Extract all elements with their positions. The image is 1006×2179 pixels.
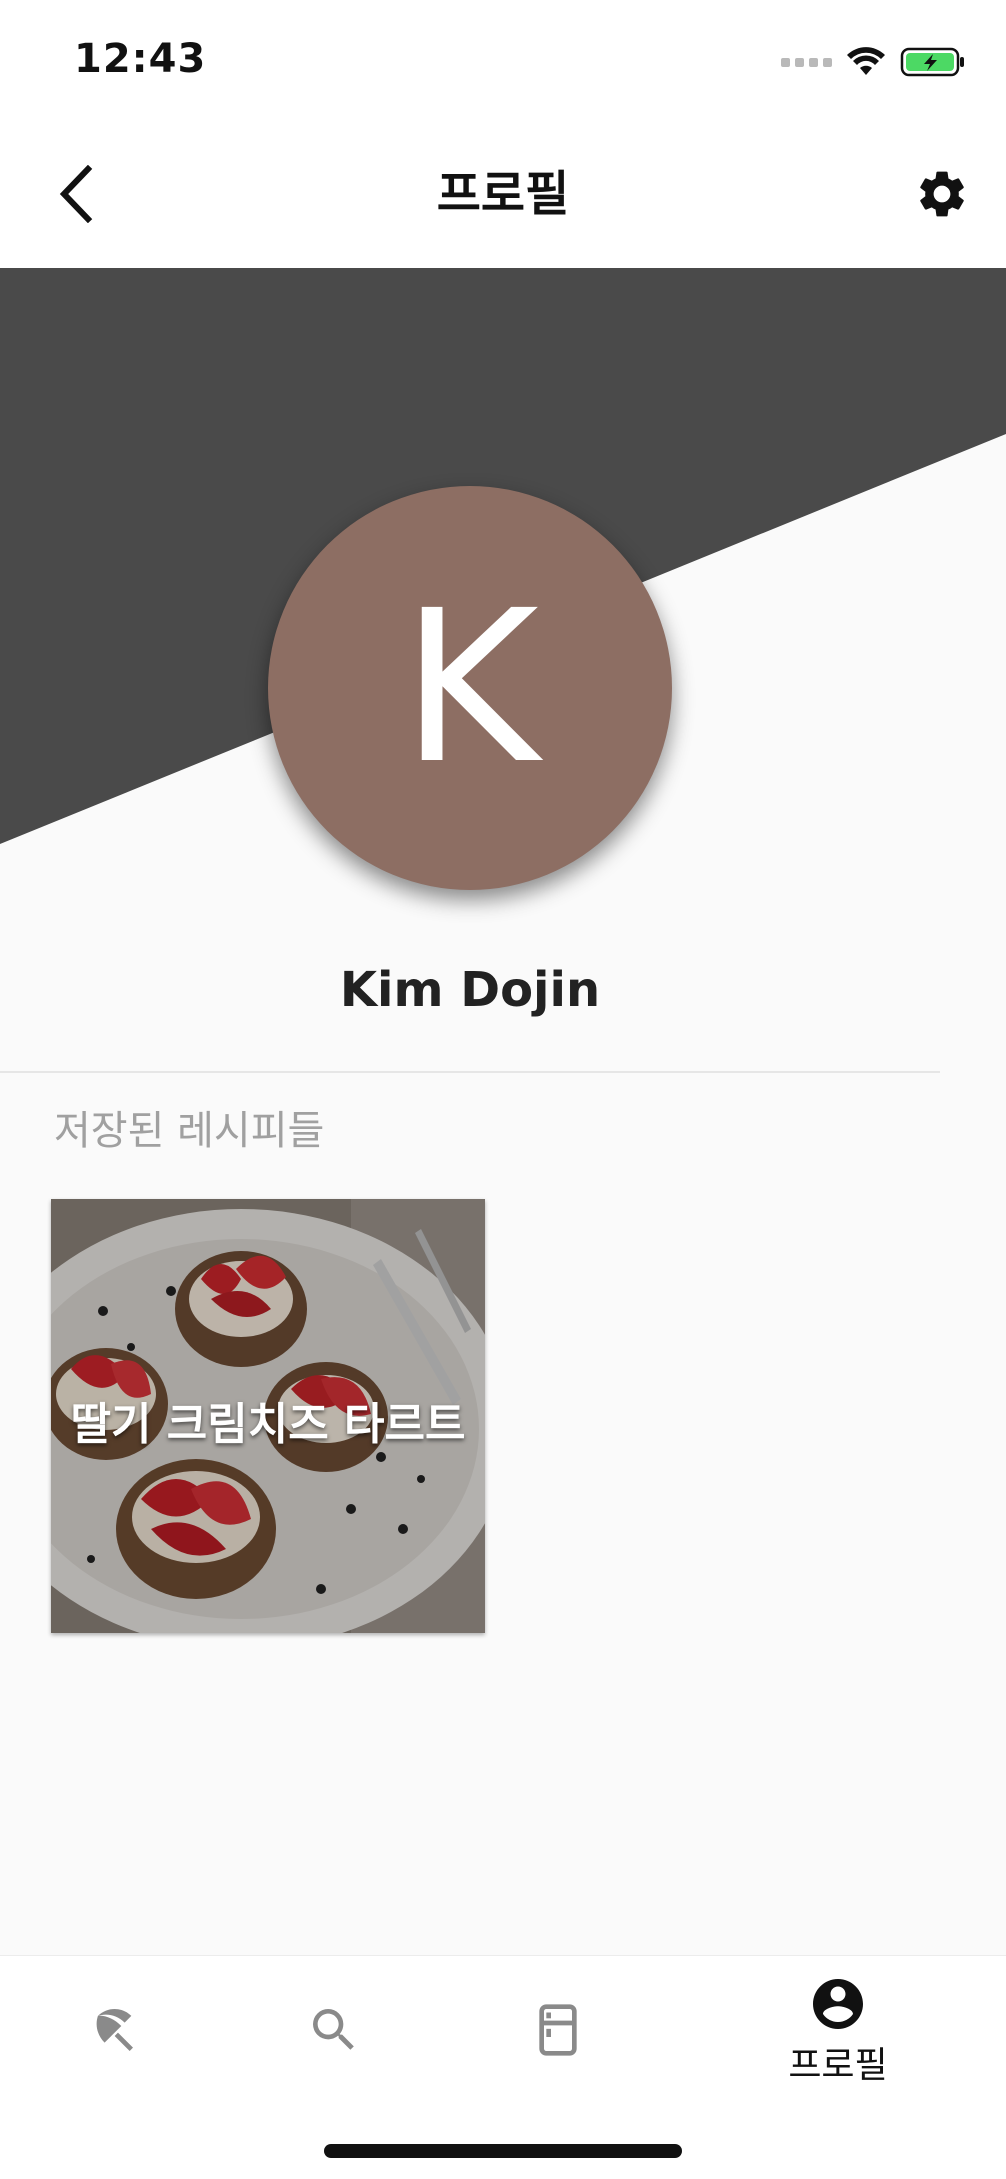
app-bar: 프로필: [0, 120, 1006, 268]
cellular-signal-icon: [781, 57, 832, 67]
saved-recipe-card[interactable]: 딸기 크림치즈 타르트: [51, 1199, 485, 1633]
account-circle-icon: [813, 1979, 863, 2029]
nav-item-recipes[interactable]: [32, 1956, 192, 2106]
utensils-icon: [96, 2009, 133, 2051]
home-indicator: [324, 2144, 682, 2158]
gear-icon: [920, 171, 964, 217]
recipe-title: 딸기 크림치즈 타르트: [70, 1399, 466, 1450]
nav-label-profile: 프로필: [788, 2045, 888, 2086]
user-name: Kim Dojin: [339, 962, 601, 1018]
nav-item-fridge[interactable]: [478, 1956, 638, 2106]
nav-item-search[interactable]: [254, 1956, 414, 2106]
page-title: 프로필: [436, 166, 570, 222]
wifi-icon: [847, 47, 885, 75]
battery-charging-icon: [900, 47, 964, 77]
search-icon: [313, 2009, 354, 2050]
nav-item-profile[interactable]: 프로필: [758, 1956, 918, 2106]
status-bar: 12:43: [0, 0, 1006, 120]
saved-recipes-label: 저장된 레시피들: [54, 1108, 325, 1154]
profile-header: K: [0, 268, 1006, 890]
status-icons: [781, 44, 966, 80]
avatar: K: [268, 486, 672, 890]
avatar-initial: K: [401, 565, 539, 810]
divider: [0, 1071, 940, 1073]
status-time: 12:43: [74, 36, 207, 82]
fridge-icon: [539, 2004, 577, 2056]
settings-button[interactable]: [908, 160, 976, 228]
